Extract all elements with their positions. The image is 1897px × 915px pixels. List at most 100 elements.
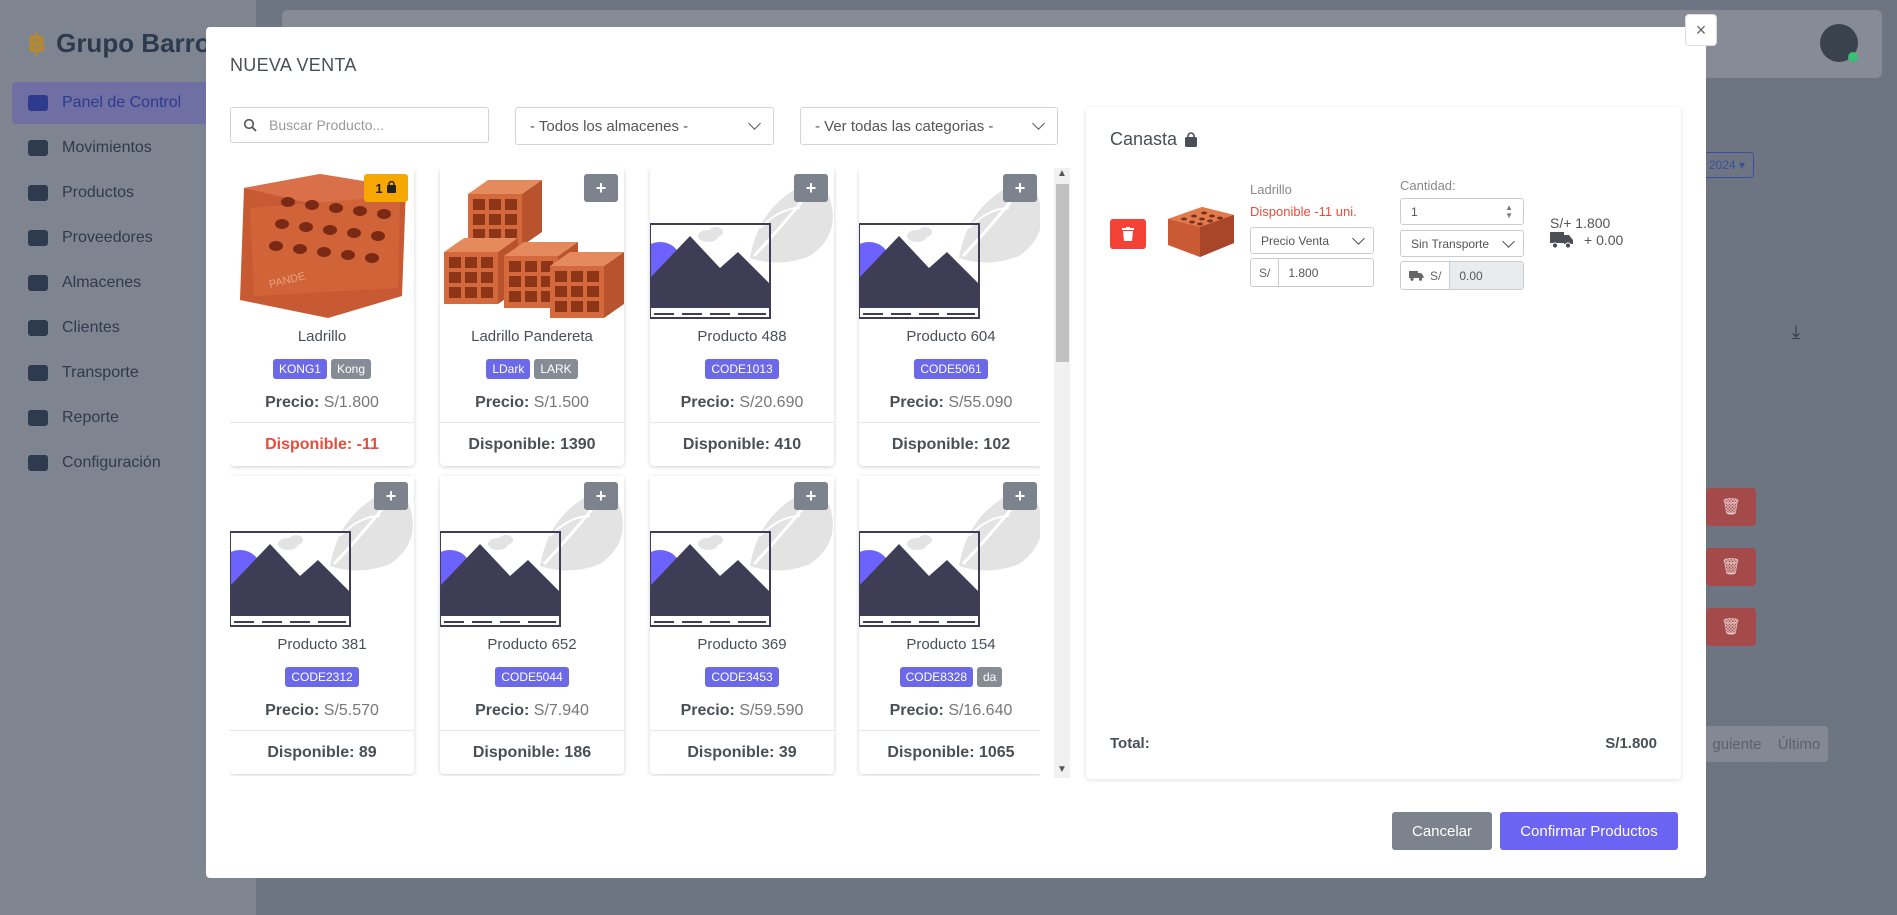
download-icon[interactable]: ⤓ xyxy=(1792,322,1800,343)
scrollbar-thumb[interactable] xyxy=(1056,184,1069,362)
pagination-next[interactable]: guiente xyxy=(1700,726,1774,762)
sidebar-item-label: Panel de Control xyxy=(62,94,182,111)
delete-button[interactable]: 🗑 xyxy=(1706,548,1756,586)
chevron-down-icon xyxy=(1032,117,1045,130)
product-tags: KONG1 Kong xyxy=(230,359,414,379)
transport-sum-value: + 0.00 xyxy=(1584,232,1624,248)
search-box[interactable] xyxy=(230,107,489,143)
transport-select[interactable]: Sin Transporte xyxy=(1400,230,1524,257)
product-stock: Disponible: 186 xyxy=(440,730,624,774)
product-tags: CODE2312 xyxy=(230,667,414,687)
product-card[interactable]: + Producto 154 CODE8328 da Precio: S/16.640 D… xyxy=(859,476,1040,774)
product-tag: LARK xyxy=(534,359,578,379)
product-name: Producto 154 xyxy=(906,636,996,653)
category-select[interactable]: - Ver todas las categorias - xyxy=(800,107,1058,145)
product-stock: Disponible: 1065 xyxy=(859,730,1040,774)
basket-panel: Canasta Ladrillo Disponible -11 uni. Pre… xyxy=(1086,107,1681,779)
brand-logo-icon: ฿ xyxy=(28,28,47,58)
sidebar-item-label: Clientes xyxy=(62,319,120,336)
sidebar-item-label: Productos xyxy=(62,184,135,201)
product-price: Precio: S/20.690 xyxy=(680,394,804,411)
quantity-value[interactable]: 1 xyxy=(1411,205,1418,219)
product-name: Producto 369 xyxy=(697,636,787,653)
close-button[interactable]: × xyxy=(1685,14,1717,46)
chevron-down-icon xyxy=(1352,231,1365,245)
sidebar-item-label: Proveedores xyxy=(62,229,153,246)
warehouse-select[interactable]: - Todos los almacenes - xyxy=(515,107,774,145)
warehouse-select-value: - Todos los almacenes - xyxy=(530,117,689,135)
add-to-basket-button[interactable]: + xyxy=(794,482,828,510)
transport-prefix: S/ xyxy=(1401,262,1451,289)
search-input[interactable] xyxy=(269,117,469,133)
product-name: Producto 604 xyxy=(906,328,996,345)
product-card[interactable]: + Ladrillo Pandereta LDark LARK Precio: S/1.… xyxy=(440,168,624,466)
list-icon xyxy=(28,140,48,156)
product-stock: Disponible: 410 xyxy=(650,422,834,466)
brand: ฿ Grupo Barro xyxy=(28,28,211,59)
product-card[interactable]: + Producto 369 CODE3453 Precio: S/59.590 Dis… xyxy=(650,476,834,774)
transport-cost-field[interactable]: S/ 0.00 xyxy=(1400,261,1524,290)
plus-icon: + xyxy=(1014,485,1026,506)
add-to-basket-button[interactable]: + xyxy=(584,174,618,202)
product-tags: CODE1013 xyxy=(650,359,834,379)
product-price: Precio: S/55.090 xyxy=(889,394,1013,411)
sidebar-item-label: Movimientos xyxy=(62,139,152,156)
product-tag: CODE1013 xyxy=(705,359,779,379)
product-price: Precio: S/16.640 xyxy=(889,702,1013,719)
price-field[interactable]: S/ 1.800 xyxy=(1250,258,1374,287)
add-to-basket-button[interactable]: + xyxy=(584,482,618,510)
product-tags: CODE5061 xyxy=(859,359,1040,379)
product-name: Ladrillo xyxy=(297,328,347,345)
pagination-last[interactable]: Último xyxy=(1770,726,1828,762)
product-tags: CODE8328 da xyxy=(859,667,1040,687)
quantity-stepper[interactable]: 1 ▲ ▼ xyxy=(1400,198,1524,225)
warehouse-icon xyxy=(28,275,48,291)
category-select-value: - Ver todas las categorias - xyxy=(815,117,994,135)
truck-icon xyxy=(1409,271,1424,281)
product-tags: CODE3453 xyxy=(650,667,834,687)
product-price: Precio: S/1.500 xyxy=(475,394,589,411)
price-type-value: Precio Venta xyxy=(1261,233,1330,248)
product-card[interactable]: + Producto 652 CODE5044 Precio: S/7.940 Disp… xyxy=(440,476,624,774)
plus-icon: + xyxy=(595,177,607,198)
product-card[interactable]: + Producto 381 CODE2312 Precio: S/5.570 Disp… xyxy=(230,476,414,774)
product-card[interactable]: + Producto 604 CODE5061 Precio: S/55.090 Dis… xyxy=(859,168,1040,466)
product-grid: PANDE 1 Ladrillo KONG1 Kong Precio: S/1.800 Di… xyxy=(230,168,1040,776)
dashboard-icon xyxy=(28,95,48,111)
transport-summary: + 0.00 xyxy=(1550,231,1623,249)
price-type-select[interactable]: Precio Venta xyxy=(1250,227,1374,254)
scroll-up-icon[interactable]: ▲ xyxy=(1057,168,1067,179)
in-basket-badge[interactable]: 1 xyxy=(364,174,408,202)
product-stock: Disponible: 1390 xyxy=(440,422,624,466)
product-name: Ladrillo Pandereta xyxy=(471,328,593,345)
delete-button[interactable]: 🗑 xyxy=(1706,608,1756,646)
add-to-basket-button[interactable]: + xyxy=(1003,482,1037,510)
box-icon xyxy=(28,185,48,201)
price-value[interactable]: 1.800 xyxy=(1279,266,1327,280)
add-to-basket-button[interactable]: + xyxy=(1003,174,1037,202)
product-tags: LDark LARK xyxy=(440,359,624,379)
year-button[interactable]: 2024 ▾ xyxy=(1700,152,1754,178)
product-tag: KONG1 xyxy=(272,359,327,379)
product-name: Producto 381 xyxy=(277,636,367,653)
add-to-basket-button[interactable]: + xyxy=(374,482,408,510)
product-name: Producto 488 xyxy=(697,328,787,345)
total-value: S/1.800 xyxy=(1605,735,1657,752)
cancel-button[interactable]: Cancelar xyxy=(1392,812,1492,850)
product-card[interactable]: + Producto 488 CODE1013 Precio: S/20.690 Dis… xyxy=(650,168,834,466)
product-card[interactable]: PANDE 1 Ladrillo KONG1 Kong Precio: S/1.800 Di… xyxy=(230,168,414,466)
delete-button[interactable]: 🗑 xyxy=(1706,488,1756,526)
basket-item-availability: Disponible -11 uni. xyxy=(1250,204,1357,219)
basket-item-name: Ladrillo xyxy=(1250,182,1292,197)
add-to-basket-button[interactable]: + xyxy=(794,174,828,202)
remove-item-button[interactable] xyxy=(1110,219,1146,249)
avatar[interactable] xyxy=(1820,24,1858,62)
scroll-down-icon[interactable]: ▼ xyxy=(1057,764,1067,775)
brand-name: Grupo Barro xyxy=(56,28,211,58)
basket-title: Canasta xyxy=(1110,129,1199,150)
product-tag: Kong xyxy=(330,359,372,379)
product-tag: CODE3453 xyxy=(705,667,779,687)
stepper-arrows-icon[interactable]: ▲ ▼ xyxy=(1505,203,1513,220)
close-icon: × xyxy=(1695,19,1707,40)
confirm-products-button[interactable]: Confirmar Productos xyxy=(1500,812,1678,850)
